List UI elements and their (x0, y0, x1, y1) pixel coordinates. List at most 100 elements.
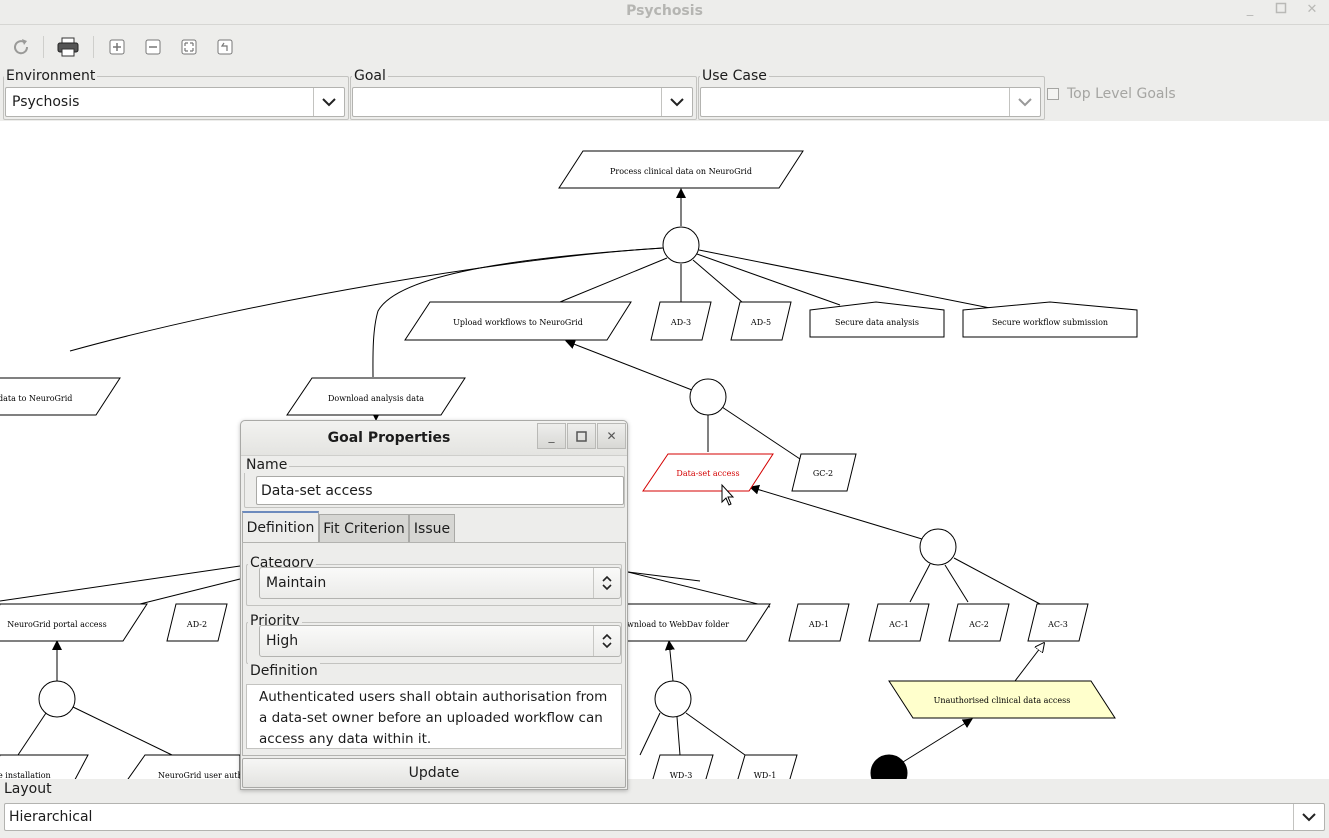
zoom-in-icon[interactable] (106, 36, 128, 58)
update-button[interactable]: Update (242, 758, 626, 788)
name-field[interactable]: Data-set access (256, 476, 624, 505)
top-level-goals-label: Top Level Goals (1067, 86, 1176, 102)
close-icon[interactable]: ✕ (1304, 2, 1320, 18)
layout-combo[interactable]: Hierarchical (4, 803, 1325, 831)
update-label: Update (408, 765, 460, 781)
goal-node[interactable]: AC-1 (868, 603, 930, 642)
and-refinement-node[interactable] (919, 528, 957, 566)
and-refinement-node[interactable] (654, 680, 692, 718)
goal-node[interactable]: GC-2 (791, 453, 857, 492)
node-label: Process clinical data on NeuroGrid (610, 167, 752, 176)
obstacle-node[interactable]: Unauthorised clinical data access (888, 680, 1116, 719)
tab-label: Fit Criterion (323, 520, 405, 537)
and-refinement-node[interactable] (689, 378, 727, 416)
chevron-down-icon[interactable] (1293, 804, 1324, 830)
and-refinement-node[interactable] (38, 680, 76, 718)
goal-model-canvas[interactable]: Process clinical data on NeuroGrid Uploa… (0, 121, 1329, 779)
chevron-down-icon[interactable] (661, 88, 692, 116)
tab-fit-criterion[interactable]: Fit Criterion (319, 514, 409, 542)
node-label: wnload to WebDav folder (627, 620, 729, 629)
goal-node[interactable]: Upload workflows to NeuroGrid (404, 301, 632, 341)
updown-icon[interactable] (593, 626, 620, 656)
node-label: e installation (0, 771, 51, 779)
goal-combo[interactable] (352, 87, 693, 117)
top-level-goals-checkbox[interactable]: Top Level Goals (1047, 86, 1176, 102)
minimize-icon[interactable]: _ (1242, 2, 1258, 18)
goal-properties-dialog: Goal Properties _ ✕ Name Data-set access… (240, 420, 628, 790)
print-icon[interactable] (57, 36, 79, 58)
node-label: Secure workflow submission (992, 318, 1108, 327)
checkbox-icon[interactable] (1047, 88, 1059, 100)
chevron-down-icon[interactable] (313, 88, 344, 116)
goal-label: Goal (352, 68, 388, 84)
environment-combo[interactable]: Psychosis (5, 87, 345, 117)
category-select[interactable]: Maintain (259, 567, 621, 599)
category-value: Maintain (266, 575, 327, 591)
goal-node[interactable]: Secure data analysis (809, 301, 945, 338)
node-label: AD-2 (186, 620, 207, 629)
goal-node[interactable]: AD-3 (650, 301, 712, 341)
goal-node[interactable]: AC-3 (1027, 603, 1089, 642)
node-label: Data-set access (676, 469, 739, 478)
dialog-titlebar[interactable]: Goal Properties _ ✕ (241, 421, 627, 456)
refresh-icon[interactable] (10, 36, 32, 58)
node-label: WD-3 (670, 771, 693, 779)
layout-value: Hierarchical (9, 809, 93, 825)
goal-node[interactable]: AD-1 (788, 603, 850, 642)
tab-label: Definition (246, 520, 315, 536)
goal-node[interactable]: AC-2 (948, 603, 1010, 642)
maximize-icon[interactable] (1273, 2, 1289, 18)
node-label: data to NeuroGrid (0, 394, 72, 403)
window-titlebar: Psychosis _ ✕ (0, 0, 1329, 25)
goal-node[interactable]: Process clinical data on NeuroGrid (558, 150, 804, 189)
attacker-node[interactable] (870, 754, 908, 779)
tab-issue[interactable]: Issue (409, 514, 455, 542)
node-label: Unauthorised clinical data access (934, 696, 1071, 705)
node-label: Upload workflows to NeuroGrid (453, 318, 583, 327)
use-case-combo[interactable] (700, 87, 1041, 117)
priority-value: High (266, 633, 299, 649)
fit-icon[interactable] (178, 36, 200, 58)
maximize-icon[interactable] (567, 423, 596, 449)
environment-label: Environment (4, 68, 98, 84)
name-value: Data-set access (261, 483, 373, 499)
updown-icon[interactable] (593, 568, 620, 598)
dialog-title: Goal Properties (327, 430, 451, 446)
node-label: AC-3 (1047, 620, 1068, 629)
chevron-down-icon[interactable] (1009, 88, 1040, 116)
goal-node[interactable]: NeuroGrid user autho (121, 754, 248, 779)
node-label: AC-2 (968, 620, 989, 629)
node-label: WD-1 (754, 771, 777, 779)
goal-node[interactable]: e installation (0, 754, 89, 779)
zoom-out-icon[interactable] (142, 36, 164, 58)
window-title: Psychosis (626, 3, 703, 19)
goal-node[interactable]: AD-2 (166, 603, 228, 642)
minimize-icon[interactable]: _ (537, 423, 566, 449)
node-label: AD-5 (750, 318, 771, 327)
definition-textarea[interactable]: Authenticated users shall obtain authori… (246, 684, 622, 749)
tab-label: Issue (413, 520, 451, 537)
close-icon[interactable]: ✕ (597, 423, 626, 449)
environment-value: Psychosis (12, 94, 80, 110)
node-label: GC-2 (813, 469, 833, 478)
goal-node[interactable]: WD-1 (735, 754, 798, 779)
goal-node[interactable]: WD-3 (650, 754, 714, 779)
priority-select[interactable]: High (259, 625, 621, 657)
goal-node[interactable]: AD-5 (730, 301, 792, 341)
node-label: Secure data analysis (835, 318, 919, 327)
goal-node[interactable]: Secure workflow submission (962, 301, 1138, 338)
layout-label: Layout (4, 781, 52, 797)
goal-node-selected[interactable]: Data-set access (642, 453, 774, 492)
definition-label: Definition (248, 663, 320, 679)
and-refinement-node[interactable] (662, 226, 700, 264)
tab-definition[interactable]: Definition (242, 511, 319, 543)
node-label: NeuroGrid user autho (158, 771, 248, 779)
back-icon[interactable] (214, 36, 236, 58)
goal-node[interactable]: Download analysis data (286, 377, 466, 416)
node-label: NeuroGrid portal access (7, 620, 107, 629)
goal-node[interactable]: data to NeuroGrid (0, 377, 121, 416)
node-label: Download analysis data (328, 394, 424, 403)
goal-graph[interactable]: Process clinical data on NeuroGrid Uploa… (0, 121, 1329, 779)
goal-node[interactable]: NeuroGrid portal access (0, 603, 148, 642)
node-label: AD-1 (808, 620, 829, 629)
